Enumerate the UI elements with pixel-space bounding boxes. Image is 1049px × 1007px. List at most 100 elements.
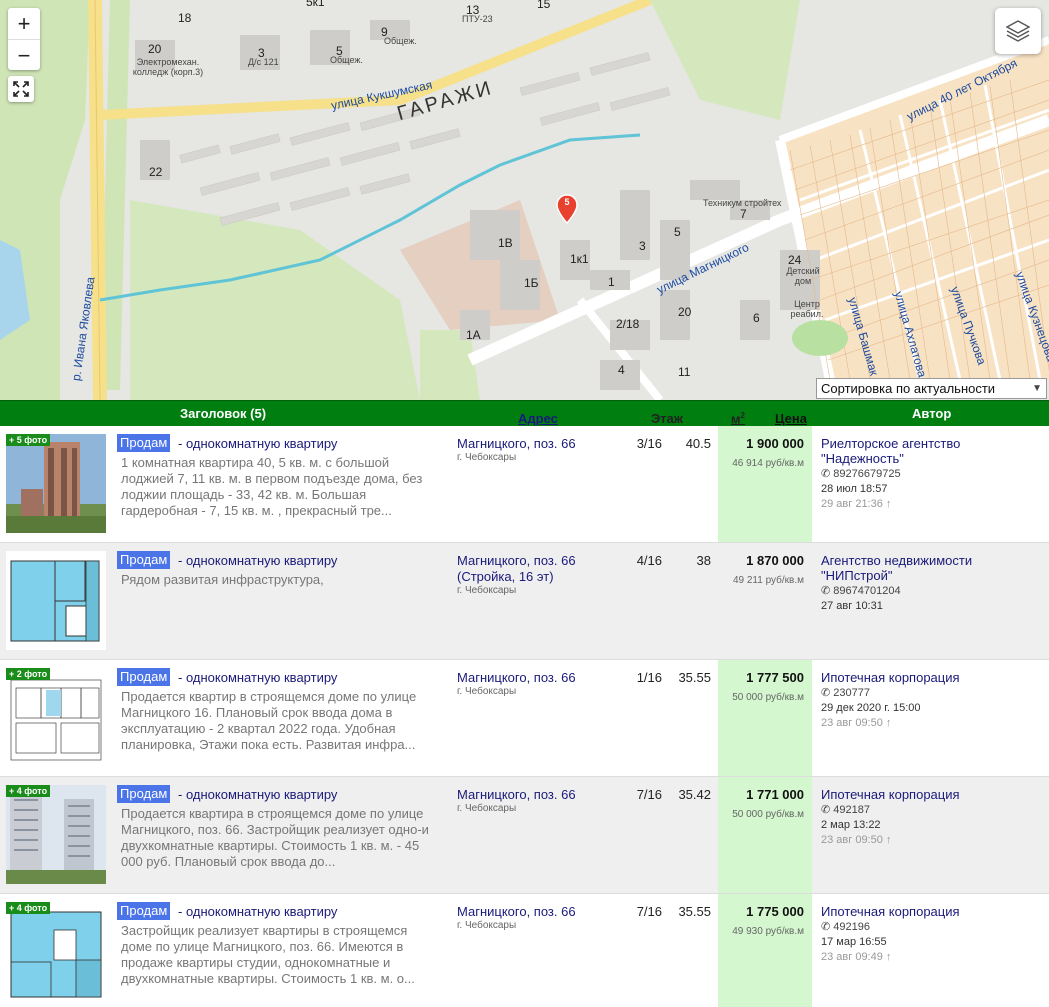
listing-title-link[interactable]: - однокомнатную квартиру: [178, 436, 337, 451]
area-value: 35.55: [678, 670, 711, 685]
listing-description: Продается квартир в строящемся доме по у…: [121, 689, 417, 752]
layers-icon: [1005, 20, 1031, 42]
city-text: г. Чебоксары: [457, 452, 517, 463]
zoom-control: + −: [8, 8, 40, 70]
agent-info: Ипотечная корпорация ✆ 492187 2 мар 13:2…: [821, 787, 1046, 848]
listing-date-created: 17 мар 16:55: [821, 936, 887, 948]
deal-badge: Продам: [117, 785, 171, 803]
listing-thumbnail[interactable]: + 5 фото: [6, 434, 106, 533]
building-photo: [6, 434, 106, 533]
listing-date-updated: 23 авг 09:50 ↑: [821, 834, 892, 846]
phone-number: 89276679725: [833, 468, 901, 480]
listing-title-link[interactable]: - однокомнатную квартиру: [178, 904, 337, 919]
agent-name[interactable]: Ипотечная корпорация: [821, 904, 960, 919]
agent-info: Ипотечная корпорация ✆ 492196 17 мар 16:…: [821, 904, 1046, 965]
map-marker-pin[interactable]: 5: [556, 194, 578, 225]
map-label-detsad: Детский дом: [786, 266, 820, 286]
listing-title-link[interactable]: - однокомнатную квартиру: [178, 787, 337, 802]
table-row[interactable]: + 4 фото Продам - однокомнатную квартиру…: [0, 894, 1049, 1007]
phone-icon: ✆: [821, 921, 834, 933]
phone-icon: ✆: [821, 468, 834, 480]
listing-thumbnail[interactable]: [6, 551, 106, 650]
map-number-5b: 5: [674, 225, 681, 239]
deal-badge: Продам: [117, 551, 171, 569]
price-cell: 1 870 000 49 211 руб/кв.м: [718, 543, 812, 659]
sort-select[interactable]: Сортировка по актуальности ▼: [816, 378, 1047, 399]
photo-count-badge: + 5 фото: [6, 434, 51, 446]
map-number-1b: 1Б: [524, 276, 539, 290]
listing-thumbnail[interactable]: + 2 фото: [6, 668, 106, 767]
map-view[interactable]: 18 5к1 15 20 Электромехан. колледж (корп…: [0, 0, 1049, 400]
map-label-obsh1: Общеж.: [330, 55, 363, 65]
zoom-out-button[interactable]: −: [8, 39, 40, 70]
listing-address[interactable]: Магницкого, поз. 66 г. Чебоксары: [457, 787, 607, 815]
price-value: 1 900 000: [746, 436, 804, 451]
map-pin-count: 5: [564, 197, 570, 207]
agent-info: Риелторское агентство "Надежность" ✆ 892…: [821, 436, 1046, 512]
floor-value: 3/16: [636, 436, 662, 451]
table-row[interactable]: + 2 фото Продам - однокомнатную квартиру…: [0, 660, 1049, 777]
fullscreen-button[interactable]: [8, 76, 34, 102]
listing-address[interactable]: Магницкого, поз. 66 г. Чебоксары: [457, 904, 607, 932]
listing-date-created: 28 июл 18:57: [821, 483, 888, 495]
listing-table: Заголовок (5) Адрес Этаж м2 Цена Автор +…: [0, 400, 1049, 1007]
phone-icon: ✆: [821, 585, 834, 597]
listing-title-link[interactable]: - однокомнатную квартиру: [178, 553, 337, 568]
header-area[interactable]: м2: [698, 411, 745, 426]
header-floor: Этаж: [650, 411, 683, 426]
city-text: г. Чебоксары: [457, 585, 517, 596]
map-number-5k1: 5к1: [306, 0, 325, 9]
listing-date-created: 2 мар 13:22: [821, 819, 881, 831]
listing-address[interactable]: Магницкого, поз. 66 (Стройка, 16 эт) г. Ч…: [457, 553, 607, 597]
map-label-ds121: Д/с 121: [248, 57, 279, 67]
price-value: 1 775 000: [746, 904, 804, 919]
agent-info: Агентство недвижимости "НИПстрой" ✆ 8967…: [821, 553, 1046, 614]
price-per-meter: 49 930 руб/кв.м: [732, 926, 804, 937]
listing-address[interactable]: Магницкого, поз. 66 г. Чебоксары: [457, 670, 607, 698]
listing-description: Продается квартира в строящемся доме по …: [121, 806, 429, 869]
listing-address[interactable]: Магницкого, поз. 66 г. Чебоксары: [457, 436, 607, 464]
header-area-sup: 2: [740, 411, 745, 420]
map-label-obsh2: Общеж.: [384, 36, 417, 46]
map-layers-button[interactable]: [995, 8, 1041, 54]
address-text: Магницкого, поз. 66: [457, 436, 576, 451]
price-per-meter: 46 914 руб/кв.м: [732, 458, 804, 469]
listing-thumbnail[interactable]: + 4 фото: [6, 902, 106, 1001]
header-title: Заголовок (5): [180, 406, 267, 421]
price-cell: 1 777 500 50 000 руб/кв.м: [718, 660, 812, 776]
listing-date-updated: 23 авг 09:49 ↑: [821, 951, 892, 963]
phone-icon: ✆: [821, 687, 834, 699]
agent-phone[interactable]: ✆ 230777: [821, 686, 1046, 701]
agent-name[interactable]: Ипотечная корпорация: [821, 670, 960, 685]
agent-phone[interactable]: ✆ 492187: [821, 803, 1046, 818]
map-number-4: 4: [618, 363, 625, 377]
agent-phone[interactable]: ✆ 492196: [821, 920, 1046, 935]
map-number-1: 1: [608, 275, 615, 289]
agent-phone[interactable]: ✆ 89674701204: [821, 584, 1046, 599]
agent-name[interactable]: Риелторское агентство "Надежность": [821, 436, 960, 466]
listing-description: Застройщик реализует квартиры в строящем…: [121, 923, 415, 986]
table-row[interactable]: + 5 фото Продам - однокомнатную квартиру…: [0, 426, 1049, 543]
table-row[interactable]: Продам - однокомнатную квартиру Рядом ра…: [0, 543, 1049, 660]
header-price[interactable]: Цена: [775, 411, 1041, 426]
floor-plan-image: [6, 902, 106, 1001]
listing-date-created: 29 дек 2020 г. 15:00: [821, 702, 921, 714]
map-number-2-18: 2/18: [616, 317, 640, 331]
price-per-meter: 50 000 руб/кв.м: [732, 692, 804, 703]
price-value: 1 771 000: [746, 787, 804, 802]
agent-name[interactable]: Ипотечная корпорация: [821, 787, 960, 802]
map-number-6: 6: [753, 311, 760, 325]
agent-name[interactable]: Агентство недвижимости "НИПстрой": [821, 553, 972, 583]
zoom-in-button[interactable]: +: [8, 8, 40, 39]
city-text: г. Чебоксары: [457, 803, 517, 814]
price-per-meter: 50 000 руб/кв.м: [732, 809, 804, 820]
phone-number: 492196: [833, 921, 870, 933]
table-row[interactable]: + 4 фото Продам - однокомнатную квартиру…: [0, 777, 1049, 894]
listing-title-link[interactable]: - однокомнатную квартиру: [178, 670, 337, 685]
phone-number: 492187: [833, 804, 870, 816]
agent-phone[interactable]: ✆ 89276679725: [821, 467, 1046, 482]
listing-thumbnail[interactable]: + 4 фото: [6, 785, 106, 884]
agent-info: Ипотечная корпорация ✆ 230777 29 дек 202…: [821, 670, 1046, 731]
floor-value: 1/16: [636, 670, 662, 685]
address-text: Магницкого, поз. 66 (Стройка, 16 эт): [457, 553, 576, 584]
